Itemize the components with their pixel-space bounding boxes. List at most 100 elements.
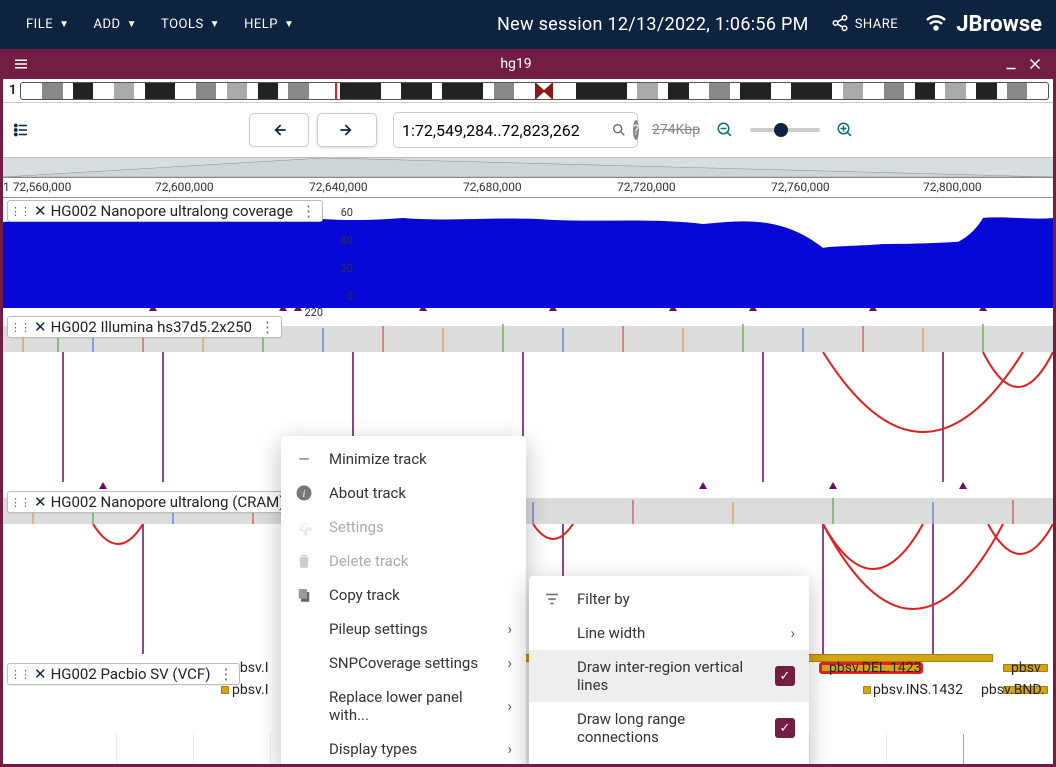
drag-handle-icon[interactable]: ⋮⋮ bbox=[10, 205, 30, 218]
help-icon[interactable]: ? bbox=[633, 120, 639, 140]
menu-tools[interactable]: TOOLS▼ bbox=[149, 9, 232, 40]
nav-forward-button[interactable] bbox=[317, 113, 377, 147]
chromosome-label: 1 bbox=[9, 83, 16, 98]
checkbox-checked-icon: ✓ bbox=[775, 666, 795, 686]
ruler-tick: 72,760,000 bbox=[771, 180, 830, 194]
track-label-nanopore-cram: ⋮⋮ ✕ HG002 Nanopore ultralong (CRAM) ⋮ bbox=[7, 491, 314, 513]
session-title: New session 12/13/2022, 1:06:56 PM bbox=[497, 14, 809, 35]
chevron-right-icon: › bbox=[790, 624, 795, 642]
chromosome-ideogram[interactable] bbox=[20, 82, 1049, 100]
location-box: ? bbox=[393, 112, 638, 148]
minimize-icon: — bbox=[293, 450, 315, 468]
menu-file[interactable]: FILE▼ bbox=[14, 9, 82, 40]
submenu-color-scheme[interactable]: Color scheme › bbox=[529, 754, 809, 764]
tracks-container: ⋮⋮ ✕ HG002 Nanopore ultralong coverage ⋮… bbox=[3, 198, 1053, 764]
submenu-line-width[interactable]: Line width › bbox=[529, 616, 809, 650]
menu-about-track[interactable]: i About track bbox=[281, 476, 526, 510]
track-label-nanopore-coverage: ⋮⋮ ✕ HG002 Nanopore ultralong coverage ⋮ bbox=[7, 200, 323, 222]
feature-label: pbsv bbox=[1011, 660, 1041, 676]
view-menu-button[interactable] bbox=[9, 52, 33, 76]
assembly-name: hg19 bbox=[33, 56, 999, 72]
zoom-in-button[interactable] bbox=[836, 121, 854, 139]
axis-label: 0 bbox=[329, 290, 353, 303]
svg-text:i: i bbox=[303, 489, 306, 500]
search-icon[interactable] bbox=[611, 121, 627, 139]
menu-replace-lower-panel[interactable]: Replace lower panel with... › bbox=[281, 680, 526, 732]
feature-label: pbsv.INS.1432 bbox=[873, 682, 963, 698]
submenu-draw-long-range[interactable]: Draw long range connections ✓ bbox=[529, 702, 809, 754]
track-name: HG002 Pacbio SV (VCF) bbox=[51, 665, 211, 683]
axis-label: 20 bbox=[329, 262, 353, 275]
track-menu-button[interactable]: ⋮ bbox=[260, 318, 275, 336]
brand-logo: JBrowse bbox=[924, 10, 1042, 39]
axis-label: 220 bbox=[293, 306, 323, 319]
menu-copy-track[interactable]: Copy track bbox=[281, 578, 526, 612]
axis-label: 40 bbox=[329, 234, 353, 247]
linear-genome-view: hg19 1 bbox=[0, 49, 1056, 767]
chevron-right-icon: › bbox=[507, 697, 512, 715]
ruler-tick: 72,600,000 bbox=[155, 180, 214, 194]
scale-ruler: 1 72,560,000 72,600,000 72,640,000 72,68… bbox=[3, 178, 1053, 198]
menu-minimize-track[interactable]: — Minimize track bbox=[281, 442, 526, 476]
close-view-button[interactable] bbox=[1023, 52, 1047, 76]
menu-snpcoverage-settings[interactable]: SNPCoverage settings › bbox=[281, 646, 526, 680]
zoom-out-button[interactable] bbox=[716, 121, 734, 139]
ruler-tick: 72,800,000 bbox=[923, 180, 982, 194]
chevron-right-icon: › bbox=[507, 620, 512, 638]
close-icon[interactable]: ✕ bbox=[34, 493, 47, 511]
track-label-illumina: ⋮⋮ ✕ HG002 Illumina hs37d5.2x250 ⋮ bbox=[7, 316, 282, 338]
minimize-view-button[interactable] bbox=[999, 52, 1023, 76]
arc-display-cram[interactable] bbox=[3, 524, 1053, 654]
close-icon[interactable]: ✕ bbox=[34, 665, 47, 683]
close-icon[interactable]: ✕ bbox=[34, 318, 47, 336]
track-label-pacbio-vcf: ⋮⋮ ✕ HG002 Pacbio SV (VCF) ⋮ bbox=[7, 663, 240, 685]
checkbox-checked-icon: ✓ bbox=[775, 718, 795, 738]
overview-scale[interactable] bbox=[3, 158, 1053, 178]
arc-display-illumina[interactable] bbox=[3, 352, 1053, 482]
filter-icon bbox=[541, 590, 563, 608]
navigation-toolbar: ? 274Kbp bbox=[3, 103, 1053, 158]
zoom-slider[interactable] bbox=[750, 128, 820, 132]
chevron-down-icon: ▼ bbox=[127, 19, 137, 30]
ruler-tick: 1 72,560,000 bbox=[3, 180, 71, 194]
wifi-icon bbox=[924, 10, 948, 39]
close-icon[interactable]: ✕ bbox=[34, 202, 47, 220]
menu-add[interactable]: ADD▼ bbox=[82, 9, 149, 40]
menu-pileup-settings[interactable]: Pileup settings › bbox=[281, 612, 526, 646]
ideogram-row: 1 bbox=[3, 79, 1053, 103]
ruler-tick: 72,680,000 bbox=[463, 180, 522, 194]
chevron-right-icon: › bbox=[507, 740, 512, 758]
track-name: HG002 Nanopore ultralong coverage bbox=[51, 202, 293, 220]
drag-handle-icon[interactable]: ⋮⋮ bbox=[10, 321, 30, 334]
track-menu-button[interactable]: ⋮ bbox=[218, 665, 233, 683]
slider-thumb[interactable] bbox=[774, 123, 788, 137]
drag-handle-icon[interactable]: ⋮⋮ bbox=[10, 668, 30, 681]
track-name: HG002 Illumina hs37d5.2x250 bbox=[51, 318, 252, 336]
submenu-filter-by[interactable]: Filter by bbox=[529, 582, 809, 616]
location-input[interactable] bbox=[402, 121, 605, 140]
chevron-down-icon: ▼ bbox=[210, 19, 220, 30]
gear-icon bbox=[293, 518, 315, 536]
chevron-down-icon: ▼ bbox=[59, 19, 69, 30]
menu-display-types[interactable]: Display types › bbox=[281, 732, 526, 764]
drag-handle-icon[interactable]: ⋮⋮ bbox=[10, 496, 30, 509]
ruler-tick: 72,720,000 bbox=[617, 180, 676, 194]
track-context-menu: — Minimize track i About track Settings … bbox=[281, 436, 526, 764]
track-menu-button[interactable]: ⋮ bbox=[301, 202, 316, 220]
menu-settings: Settings bbox=[281, 510, 526, 544]
menu-delete-track: Delete track bbox=[281, 544, 526, 578]
info-icon: i bbox=[293, 484, 315, 502]
chevron-right-icon: › bbox=[790, 762, 795, 764]
share-icon bbox=[831, 14, 849, 36]
feature-label: pbsv.BND. bbox=[981, 682, 1045, 698]
menu-help[interactable]: HELP▼ bbox=[232, 9, 306, 40]
track-name: HG002 Nanopore ultralong (CRAM) bbox=[51, 493, 285, 511]
ruler-tick: 72,640,000 bbox=[309, 180, 368, 194]
submenu-draw-vertical-lines[interactable]: Draw inter-region vertical lines ✓ bbox=[529, 650, 809, 702]
copy-icon bbox=[293, 586, 315, 604]
axis-label: 60 bbox=[329, 206, 353, 219]
track-selector-button[interactable] bbox=[9, 118, 33, 142]
app-menubar: FILE▼ ADD▼ TOOLS▼ HELP▼ New session 12/1… bbox=[0, 0, 1056, 49]
nav-back-button[interactable] bbox=[249, 113, 309, 147]
share-button[interactable]: SHARE bbox=[821, 8, 909, 42]
